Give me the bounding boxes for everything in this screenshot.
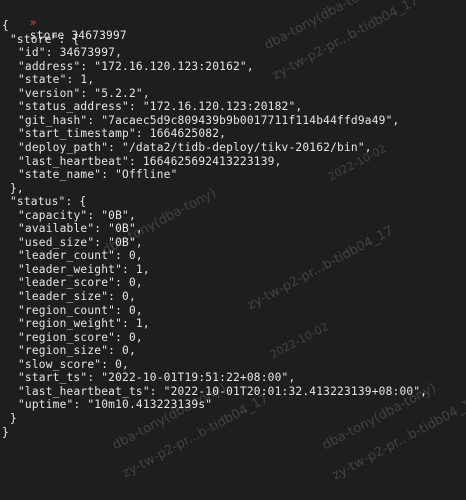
json-line: "status_address": "172.16.120.123:20182"…: [18, 100, 303, 114]
json-line: "address": "172.16.120.123:20162",: [18, 59, 254, 73]
watermark-text: zy-tw-p2-pr...b-tidb04_17: [270, 0, 422, 84]
json-line: "leader_weight": 1,: [18, 262, 150, 276]
json-line: "start_ts": "2022-10-01T19:51:22+08:00",: [18, 371, 296, 385]
json-line: "store": {: [10, 32, 80, 46]
json-line: "version": "5.2.2",: [18, 86, 150, 100]
json-line: "region_score": 0,: [18, 330, 143, 344]
terminal-window[interactable]: » store 34673997 {"store": {"id": 346739…: [0, 0, 466, 500]
json-line: "last_heartbeat_ts": "2022-10-01T20:01:3…: [18, 384, 428, 398]
json-line: },: [10, 181, 24, 195]
json-line: "last_heartbeat": 1664625692413223139,: [18, 154, 282, 168]
json-line: "git_hash": "7acaec5d9c809439b9b0017711f…: [18, 113, 400, 127]
watermark-text: zy-tw-p2-pr...b-tidb04_17: [245, 223, 397, 314]
json-line: }: [2, 425, 9, 439]
json-line: {: [2, 19, 9, 32]
json-line: "state": 1,: [18, 73, 95, 87]
json-line: "region_weight": 1,: [18, 317, 150, 331]
json-line: "region_count": 0,: [18, 303, 143, 317]
watermark-text: 2022-10-02: [268, 319, 331, 362]
json-line: "leader_score": 0,: [18, 276, 143, 290]
json-line: "start_timestamp": 1664625082,: [18, 127, 227, 141]
json-line: "region_size": 0,: [18, 344, 136, 358]
json-line: "slow_score": 0,: [18, 357, 129, 371]
json-line: "used_size": "0B",: [18, 235, 143, 249]
json-line: "leader_size": 0,: [18, 290, 136, 303]
json-line: "available": "0B",: [18, 222, 143, 236]
json-line: "status": {: [10, 195, 87, 209]
json-line: }: [10, 411, 17, 425]
prompt-arrow-icon: »: [29, 15, 37, 29]
watermark-text: zy-tw-p2-pr...b-tidb04_17: [330, 393, 466, 484]
json-line: "leader_count": 0,: [18, 249, 143, 263]
json-line: "capacity": "0B",: [18, 208, 136, 222]
json-line: "state_name": "Offline": [18, 168, 178, 182]
json-line: "id": 34673997,: [18, 46, 123, 60]
json-line: "uptime": "10m10.413223139s": [18, 398, 213, 412]
command-line: » store 34673997: [2, 2, 127, 43]
watermark-text: dba-tony(dba-tony): [262, 0, 381, 54]
json-line: "deploy_path": "/data2/tidb-deploy/tikv-…: [18, 140, 372, 154]
